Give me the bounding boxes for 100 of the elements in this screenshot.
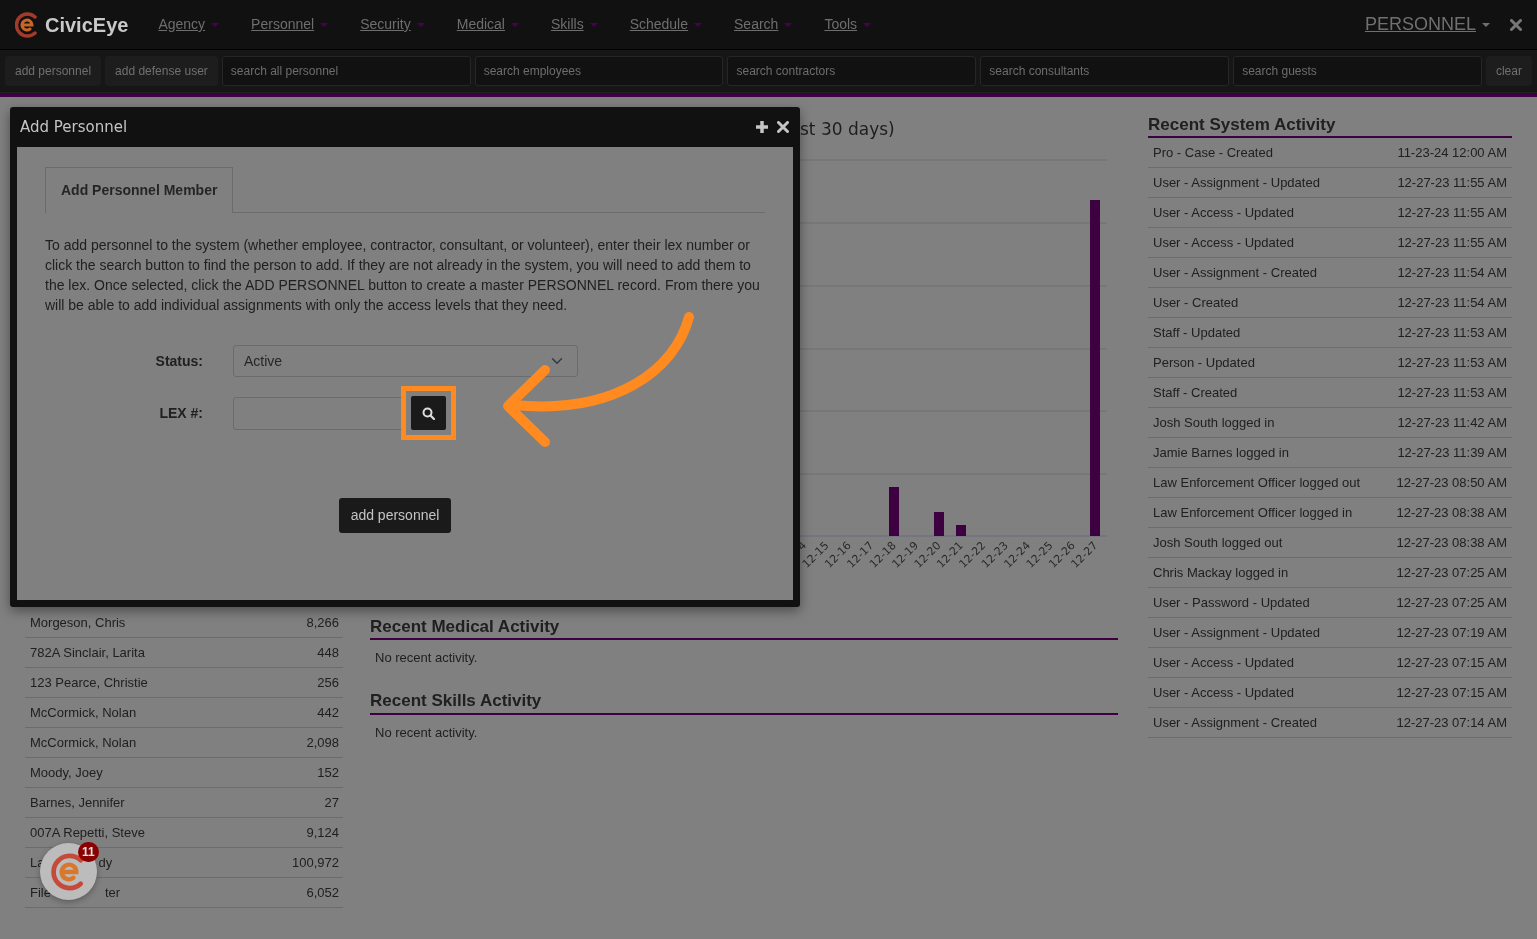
close-icon[interactable] xyxy=(777,121,789,133)
chart-bar xyxy=(889,486,899,536)
search-field[interactable]: search consultants xyxy=(980,56,1230,86)
activity-time: 12-27-23 07:25 AM xyxy=(1396,564,1507,583)
activity-event: Staff - Updated xyxy=(1153,324,1241,343)
table-cell-text: McCormick, Nolan xyxy=(30,703,137,722)
activity-event: User - Password - Updated xyxy=(1153,594,1310,613)
activity-time: 12-27-23 08:38 AM xyxy=(1396,504,1507,523)
status-select[interactable]: Active xyxy=(233,345,578,377)
table-cell-text: Morgeson, Chris xyxy=(30,613,126,632)
table-cell-text: 782A Sinclair, Larita xyxy=(30,643,145,662)
activity-time: 12-27-23 11:54 AM xyxy=(1397,264,1507,283)
table-cell-text: 442 xyxy=(317,703,339,722)
activity-time: 12-27-23 07:14 AM xyxy=(1396,714,1507,733)
activity-event: User - Access - Updated xyxy=(1153,204,1294,223)
nav-menu[interactable]: Security xyxy=(348,14,437,35)
table-cell-text: McCormick, Nolan xyxy=(30,733,137,752)
plus-icon[interactable] xyxy=(755,120,769,134)
table-cell-text: 256 xyxy=(317,673,339,692)
table-cell-text: dy xyxy=(98,853,113,872)
field-label: LEX #: xyxy=(158,403,204,423)
activity-event: Person - Updated xyxy=(1153,354,1255,373)
search-field[interactable]: search contractors xyxy=(727,56,977,86)
activity-time: 12-27-23 11:53 AM xyxy=(1397,354,1507,373)
table-cell-text: 123 Pearce, Christie xyxy=(30,673,148,692)
activity-event: User - Created xyxy=(1153,294,1239,313)
table-cell-text: File xyxy=(30,883,51,902)
activity-time: 12-27-23 11:55 AM xyxy=(1397,174,1507,193)
activity-event: User - Access - Updated xyxy=(1153,234,1294,253)
table-cell-text: 152 xyxy=(317,763,339,782)
toolbar-button[interactable]: add personnel xyxy=(5,56,102,86)
nav-menu[interactable]: Skills xyxy=(538,14,610,35)
activity-event: User - Assignment - Updated xyxy=(1153,624,1320,643)
table-cell-text: 9,124 xyxy=(306,823,339,842)
search-button[interactable] xyxy=(411,396,446,430)
table-cell-text: 448 xyxy=(317,643,339,662)
activity-event: User - Assignment - Created xyxy=(1153,264,1317,283)
nav-menu[interactable]: Schedule xyxy=(617,14,715,35)
table-cell-text: 100,972 xyxy=(292,853,339,872)
activity-event: Jamie Barnes logged in xyxy=(1153,444,1289,463)
activity-event: Chris Mackay logged in xyxy=(1153,564,1289,583)
table-cell-text: 6,052 xyxy=(306,883,339,902)
empty-message: No recent activity. xyxy=(374,648,479,667)
dialog-tab[interactable]: Add Personnel Member xyxy=(45,167,234,213)
table-cell-text: Barnes, Jennifer xyxy=(30,793,125,812)
nav-menu[interactable]: Tools xyxy=(812,14,884,35)
activity-time: 12-27-23 07:15 AM xyxy=(1396,654,1507,673)
activity-event: Josh South logged out xyxy=(1153,534,1283,553)
search-field[interactable]: search employees xyxy=(474,56,724,86)
activity-time: 12-27-23 07:15 AM xyxy=(1396,684,1507,703)
activity-time: 12-27-23 11:55 AM xyxy=(1397,234,1507,253)
empty-message: No recent activity. xyxy=(374,723,479,742)
clear-button[interactable]: clear xyxy=(1485,56,1532,86)
activity-time: 12-27-23 11:53 AM xyxy=(1397,384,1507,403)
chart-bar xyxy=(956,524,966,536)
nav-menu[interactable]: Search xyxy=(722,14,805,35)
search-icon xyxy=(422,406,435,420)
activity-event: User - Assignment - Created xyxy=(1153,714,1317,733)
activity-event: Josh South logged in xyxy=(1153,414,1275,433)
activity-event: User - Assignment - Updated xyxy=(1153,174,1320,193)
activity-time: 12-27-23 11:39 AM xyxy=(1397,444,1507,463)
activity-time: 12-27-23 08:38 AM xyxy=(1396,534,1507,553)
nav-menu[interactable]: Personnel xyxy=(239,14,341,35)
logo-icon xyxy=(15,11,39,38)
chart-title: st 30 days) xyxy=(800,118,896,141)
user-menu[interactable]: PERSONNEL xyxy=(1364,11,1490,38)
toolbar-button[interactable]: add defense user xyxy=(105,56,218,86)
activity-time: 12-27-23 11:55 AM xyxy=(1397,204,1507,223)
brand-name[interactable]: CivicEye xyxy=(45,9,129,40)
section-heading: Recent System Activity xyxy=(1148,115,1512,139)
activity-event: Pro - Case - Created xyxy=(1153,144,1273,163)
table-cell-text: 8,266 xyxy=(306,613,339,632)
modal-title: Add Personnel xyxy=(20,116,128,138)
activity-time: 12-27-23 08:50 AM xyxy=(1396,474,1507,493)
table-cell-text: 2,098 xyxy=(306,733,339,752)
activity-time: 12-27-23 11:53 AM xyxy=(1397,324,1507,343)
chart-bar xyxy=(934,511,944,536)
nav-menu[interactable]: Agency xyxy=(146,14,232,35)
nav-menu[interactable]: Medical xyxy=(444,14,531,35)
activity-event: Law Enforcement Officer logged in xyxy=(1153,504,1353,523)
activity-time: 12-27-23 07:19 AM xyxy=(1396,624,1507,643)
activity-time: 12-27-23 07:25 AM xyxy=(1396,594,1507,613)
search-field[interactable]: search all personnel xyxy=(221,56,471,86)
field-label: Status: xyxy=(154,351,204,371)
add-personnel-button[interactable]: add personnel xyxy=(338,498,452,533)
instructions-text: To add personnel to the system (whether employee, contractor, consultant, or volunteer), enter their lex number or click the search button to find the person to add. If they are not already in the system, you will need to add them to the lex. Once selected, click the ADD PERSONNEL button to create a master PERSONNEL record. From there you will be able to add individual assignments with only the access levels that they need. xyxy=(45,236,761,315)
activity-time: 12-27-23 11:54 AM xyxy=(1397,294,1507,313)
table-cell-text: Moody, Joey xyxy=(30,763,103,782)
table-cell-text: 007A Repetti, Steve xyxy=(30,823,145,842)
table-cell-text: ter xyxy=(104,883,121,902)
activity-time: 12-27-23 11:42 AM xyxy=(1397,414,1507,433)
activity-event: User - Access - Updated xyxy=(1153,684,1294,703)
search-field[interactable]: search guests xyxy=(1233,56,1482,86)
activity-time: 11-23-24 12:00 AM xyxy=(1397,144,1507,163)
activity-event: Law Enforcement Officer logged out xyxy=(1153,474,1361,493)
notification-badge: 11 xyxy=(78,842,99,862)
activity-event: Staff - Created xyxy=(1153,384,1238,403)
section-heading: Recent Skills Activity xyxy=(370,691,1118,715)
activity-event: User - Access - Updated xyxy=(1153,654,1294,673)
section-heading: Recent Medical Activity xyxy=(370,616,1118,640)
